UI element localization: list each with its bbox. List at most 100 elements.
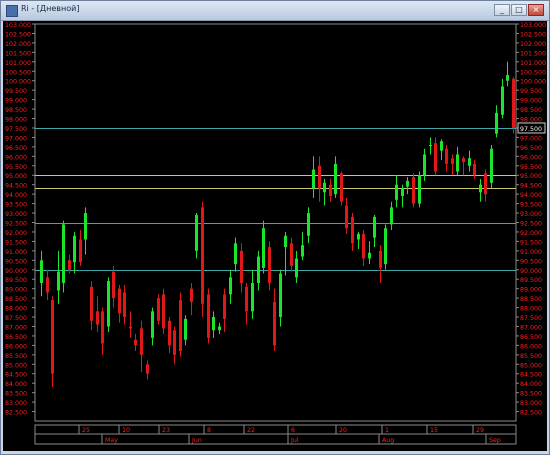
candle — [245, 282, 248, 325]
candle — [134, 334, 137, 352]
price-tick-left: 96.500 — [5, 145, 27, 152]
candle-body — [129, 326, 132, 329]
price-tick-left: 100.500 — [5, 69, 31, 76]
price-tick-right: 103.000 — [520, 22, 546, 29]
candle — [284, 231, 287, 276]
price-tick-left: 90.000 — [5, 268, 27, 275]
candle-body — [90, 286, 93, 321]
candle — [240, 243, 243, 293]
candle — [257, 250, 260, 291]
candle-body — [101, 311, 104, 344]
candle-body — [412, 177, 415, 204]
date-tick-day: 29 — [476, 427, 484, 434]
candle-body — [284, 235, 287, 248]
price-tick-left: 86.000 — [5, 343, 27, 350]
price-tick-left: 99.500 — [5, 88, 27, 95]
candle — [46, 269, 49, 301]
chart-area[interactable]: 103.000 102.500 102.000 101.500 101.000 100.5… — [3, 21, 547, 451]
date-tick-day: 22 — [247, 427, 255, 434]
candle — [440, 139, 443, 161]
candle — [479, 179, 482, 202]
candle — [229, 269, 232, 304]
candle — [73, 231, 76, 274]
candle-body — [351, 216, 354, 244]
candle-body — [451, 158, 454, 164]
price-tick-left: 86.500 — [5, 334, 27, 341]
candle-body — [151, 311, 154, 338]
candle-body — [107, 281, 110, 327]
minimize-button[interactable]: _ — [494, 4, 510, 16]
candle-body — [123, 292, 126, 318]
candle-body — [251, 282, 254, 312]
candle-body — [323, 182, 326, 193]
candle-body — [312, 169, 315, 189]
candle-body — [468, 158, 471, 166]
price-tick-left: 99.000 — [5, 98, 27, 105]
candle — [307, 207, 310, 244]
price-tick-left: 87.500 — [5, 315, 27, 322]
candle — [90, 281, 93, 331]
price-tick-left: 91.000 — [5, 249, 27, 256]
candle-body — [273, 301, 276, 346]
candle-body — [295, 258, 298, 278]
candle — [201, 201, 204, 318]
candle-body — [307, 213, 310, 236]
price-tick-right: 96.500 — [520, 145, 542, 152]
price-tick-left: 98.000 — [5, 117, 27, 124]
candle — [218, 322, 221, 335]
price-tick-left: 97.000 — [5, 135, 27, 142]
candle — [473, 160, 476, 180]
candle — [329, 179, 332, 202]
candle-body — [401, 188, 404, 197]
candle — [146, 360, 149, 380]
price-tick-right: 88.500 — [520, 296, 542, 303]
price-tick-left: 102.500 — [5, 31, 31, 38]
price-tick-right: 90.000 — [520, 268, 542, 275]
candle-body — [501, 86, 504, 115]
candle — [456, 146, 459, 176]
candle-body — [240, 250, 243, 283]
candle-body — [223, 294, 226, 319]
candle — [118, 284, 121, 323]
candle — [340, 171, 343, 206]
candle-body — [73, 235, 76, 263]
close-button[interactable]: × — [528, 4, 544, 16]
date-tick-month: Jul — [290, 437, 299, 444]
candle-body — [362, 233, 365, 259]
candle — [484, 169, 487, 202]
candle — [268, 241, 271, 291]
candle-body — [490, 148, 493, 183]
candle-body — [334, 163, 337, 195]
price-tick-right: 87.500 — [520, 315, 542, 322]
candle-body — [162, 294, 165, 329]
candlestick-chart[interactable]: 103.000 102.500 102.000 101.500 101.000 100.5… — [3, 21, 547, 451]
candle-body — [218, 326, 221, 331]
candle-body — [68, 260, 71, 270]
candle-body — [234, 243, 237, 265]
price-tick-right: 90.500 — [520, 258, 542, 265]
price-tick-left: 93.500 — [5, 202, 27, 209]
chart-window: Ri - [Дневной] _ □ × 103.000 102.500 102.0… — [0, 0, 550, 455]
candle-body — [462, 158, 465, 163]
horizontal-levels — [35, 128, 516, 271]
candle — [345, 197, 348, 234]
restore-button[interactable]: □ — [511, 4, 527, 16]
price-tick-right: 89.000 — [520, 287, 542, 294]
candle — [368, 241, 371, 265]
current-price-label: 97.500 — [520, 126, 542, 133]
candle — [334, 156, 337, 198]
price-tick-right: 86.000 — [520, 343, 542, 350]
candle-body — [262, 228, 265, 268]
price-tick-right: 84.500 — [520, 372, 542, 379]
price-tick-left: 92.000 — [5, 230, 27, 237]
candle-body — [290, 243, 293, 266]
price-tick-left: 98.500 — [5, 107, 27, 114]
title-bar[interactable]: Ri - [Дневной] _ □ × — [1, 1, 549, 21]
price-tick-right: 102.500 — [520, 31, 546, 38]
candle — [512, 76, 515, 134]
candle-body — [79, 239, 82, 263]
candle — [362, 230, 365, 266]
candle — [434, 137, 437, 176]
candle-body — [379, 250, 382, 268]
candle — [395, 175, 398, 208]
